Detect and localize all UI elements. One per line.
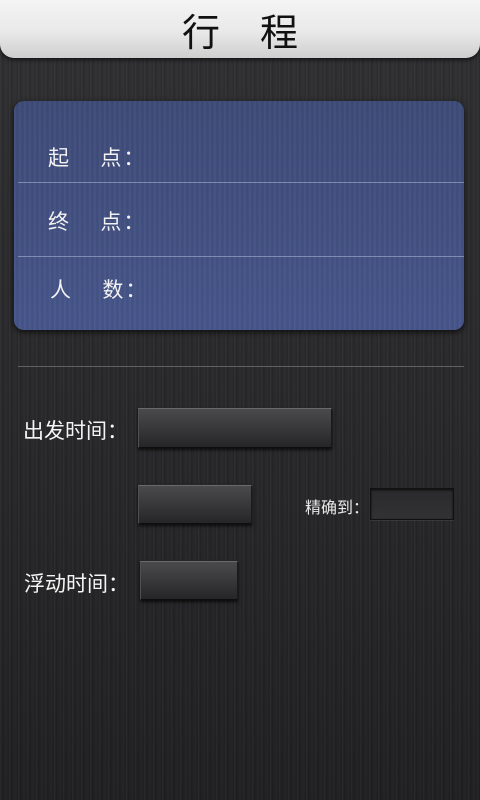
departure-time-label: 出发时间： (23, 419, 128, 443)
section-divider (18, 366, 464, 367)
float-time-button[interactable] (140, 561, 238, 600)
passenger-count-label: 人 数： (50, 278, 149, 302)
end-point-input[interactable] (154, 200, 448, 242)
page-title: 行 程 (181, 10, 313, 55)
end-point-label: 终 点： (48, 210, 147, 234)
start-point-row[interactable]: 起 点： (14, 134, 464, 180)
passenger-count-row[interactable]: 人 数： (14, 266, 464, 312)
end-point-row[interactable]: 终 点： (14, 198, 464, 244)
panel-divider (18, 182, 464, 183)
panel-divider (18, 256, 464, 257)
passenger-count-input[interactable] (156, 268, 448, 310)
start-point-label: 起 点： (48, 146, 147, 170)
departure-time-button[interactable] (138, 485, 252, 524)
float-time-label: 浮动时间： (24, 572, 129, 596)
precision-selector[interactable] (370, 488, 454, 520)
trip-info-panel: 起 点： 终 点： 人 数： (14, 101, 464, 330)
title-bar: 行 程 (0, 0, 480, 58)
start-point-input[interactable] (154, 136, 448, 178)
precision-label: 精确到： (305, 498, 370, 517)
departure-date-button[interactable] (138, 408, 332, 448)
